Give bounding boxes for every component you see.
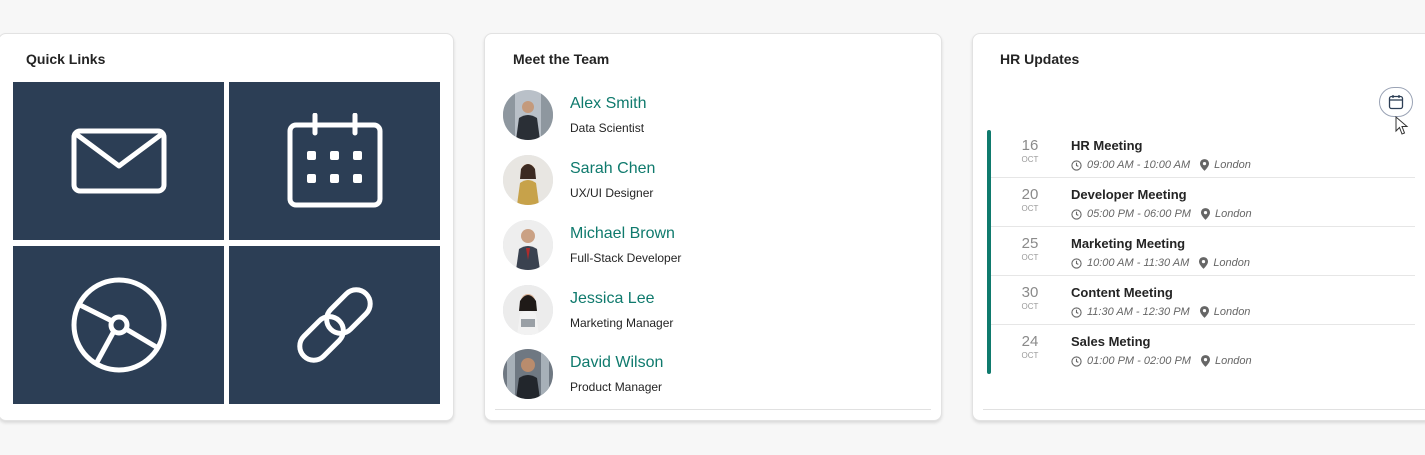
quick-link-disc[interactable]: [13, 246, 224, 404]
member-name[interactable]: Michael Brown: [570, 225, 675, 243]
event-location-text: London: [1213, 257, 1251, 269]
event-month: OCT: [1021, 155, 1039, 164]
quick-link-calendar[interactable]: [229, 82, 440, 240]
team-title: Meet the Team: [513, 51, 610, 67]
event-day: 25: [1021, 235, 1039, 252]
event-location-text: London: [1214, 159, 1251, 171]
event-day: 30: [1021, 284, 1039, 301]
avatar: [503, 285, 553, 335]
location-pin-icon: [1200, 355, 1210, 367]
clock-icon: [1071, 208, 1082, 220]
location-pin-icon: [1199, 306, 1209, 318]
event-day: 20: [1021, 186, 1039, 203]
event-item[interactable]: 30 OCT Content Meeting 11:30 AM - 12:30 …: [987, 277, 1415, 325]
divider: [991, 275, 1415, 276]
event-time: 01:00 PM - 02:00 PM: [1087, 355, 1191, 367]
member-role: Data Scientist: [570, 121, 645, 135]
member-name[interactable]: Alex Smith: [570, 95, 646, 113]
team-member[interactable]: David Wilson Product Manager: [503, 349, 923, 403]
member-name[interactable]: David Wilson: [570, 354, 663, 372]
member-role: Marketing Manager: [570, 316, 674, 330]
location-pin-icon: [1200, 159, 1210, 171]
event-day: 16: [1021, 137, 1039, 154]
event-location-text: London: [1213, 306, 1251, 318]
event-title: HR Meeting: [1071, 138, 1143, 153]
event-item[interactable]: 16 OCT HR Meeting 09:00 AM - 10:00 AM Lo…: [987, 130, 1415, 178]
avatar: [503, 90, 553, 140]
quick-links-title: Quick Links: [26, 51, 106, 67]
event-location-text: London: [1214, 208, 1252, 220]
member-role: Full-Stack Developer: [570, 251, 682, 265]
member-name[interactable]: Sarah Chen: [570, 160, 655, 178]
clock-icon: [1071, 355, 1082, 367]
event-meta: 05:00 PM - 06:00 PM London: [1071, 208, 1252, 220]
link-icon: [296, 287, 373, 363]
clock-icon: [1071, 159, 1082, 171]
event-title: Marketing Meeting: [1071, 236, 1186, 251]
team-member[interactable]: Alex Smith Data Scientist: [503, 90, 923, 144]
event-title: Developer Meeting: [1071, 187, 1187, 202]
team-card: Meet the Team Alex Smith Data Scientist …: [484, 33, 942, 421]
divider: [991, 324, 1415, 325]
event-location: London: [1200, 208, 1252, 220]
event-item[interactable]: 20 OCT Developer Meeting 05:00 PM - 06:0…: [987, 179, 1415, 227]
event-meta: 11:30 AM - 12:30 PM London: [1071, 306, 1250, 318]
event-time: 10:00 AM - 11:30 AM: [1087, 257, 1190, 269]
event-meta: 09:00 AM - 10:00 AM London: [1071, 159, 1251, 171]
mail-icon: [71, 128, 166, 194]
divider: [991, 226, 1415, 227]
divider: [983, 409, 1425, 410]
team-member[interactable]: Sarah Chen UX/UI Designer: [503, 155, 923, 209]
event-location: London: [1200, 159, 1251, 171]
event-item[interactable]: 24 OCT Sales Meting 01:00 PM - 02:00 PM …: [987, 326, 1415, 374]
location-pin-icon: [1200, 208, 1210, 220]
event-time: 09:00 AM - 10:00 AM: [1087, 159, 1191, 171]
calendar-icon: [1388, 95, 1404, 110]
team-member[interactable]: Jessica Lee Marketing Manager: [503, 285, 923, 339]
event-month: OCT: [1021, 253, 1039, 262]
event-title: Sales Meting: [1071, 334, 1151, 349]
quick-link-link[interactable]: [229, 246, 440, 404]
event-meta: 01:00 PM - 02:00 PM London: [1071, 355, 1252, 367]
divider: [991, 177, 1415, 178]
member-name[interactable]: Jessica Lee: [570, 290, 655, 308]
member-role: UX/UI Designer: [570, 186, 654, 200]
event-location: London: [1199, 306, 1251, 318]
quick-links-grid: [13, 82, 441, 404]
quick-link-mail[interactable]: [13, 82, 224, 240]
divider: [495, 409, 931, 410]
clock-icon: [1071, 306, 1082, 318]
event-time: 05:00 PM - 06:00 PM: [1087, 208, 1191, 220]
hr-updates-card: HR Updates 16 OCT HR Meeting 09:00 AM - …: [972, 33, 1425, 421]
event-time: 11:30 AM - 12:30 PM: [1087, 306, 1190, 318]
location-pin-icon: [1199, 257, 1209, 269]
avatar: [503, 349, 553, 399]
quick-links-card: Quick Links: [0, 33, 454, 421]
event-month: OCT: [1021, 351, 1039, 360]
member-role: Product Manager: [570, 380, 663, 394]
team-member[interactable]: Michael Brown Full-Stack Developer: [503, 220, 923, 274]
event-meta: 10:00 AM - 11:30 AM London: [1071, 257, 1250, 269]
event-location-text: London: [1214, 355, 1252, 367]
event-title: Content Meeting: [1071, 285, 1173, 300]
clock-icon: [1071, 257, 1082, 269]
avatar: [503, 155, 553, 205]
event-month: OCT: [1021, 204, 1039, 213]
calendar-icon: [287, 113, 382, 208]
avatar: [503, 220, 553, 270]
event-item[interactable]: 25 OCT Marketing Meeting 10:00 AM - 11:3…: [987, 228, 1415, 276]
event-day: 24: [1021, 333, 1039, 350]
hr-updates-title: HR Updates: [1000, 51, 1080, 67]
disc-icon: [71, 277, 166, 373]
events-list: 16 OCT HR Meeting 09:00 AM - 10:00 AM Lo…: [987, 130, 1415, 374]
event-location: London: [1199, 257, 1250, 269]
event-location: London: [1200, 355, 1252, 367]
calendar-button[interactable]: [1379, 87, 1413, 117]
event-month: OCT: [1021, 302, 1039, 311]
